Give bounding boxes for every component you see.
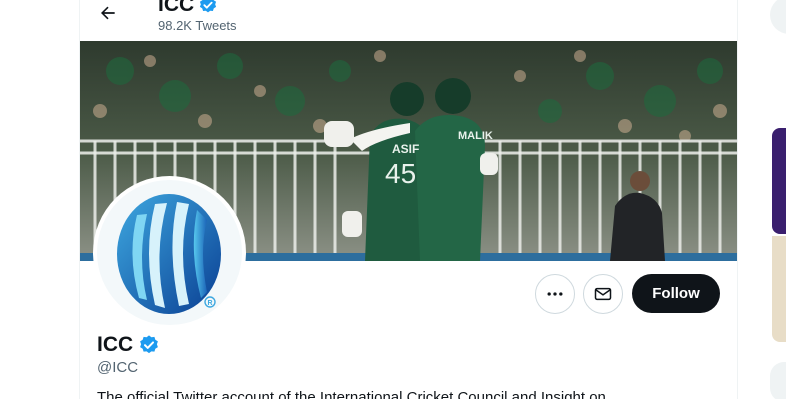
profile-name: ICC [97,332,160,358]
message-button[interactable] [583,274,623,314]
tweet-count: 98.2K Tweets [158,18,237,33]
header-name: ICC [158,0,195,16]
back-button[interactable] [91,0,125,26]
envelope-icon [594,287,612,301]
icc-logo: R [97,180,242,325]
profile-handle: @ICC [97,359,139,376]
follow-button[interactable]: Follow [632,274,720,313]
jersey-number-left: 45 [385,158,416,189]
search-bar[interactable] [770,0,786,34]
jersey-name-right: MALIK [458,130,493,142]
profile-avatar[interactable]: R [93,176,246,329]
verified-badge-icon [200,0,217,13]
more-button[interactable] [535,274,575,314]
display-name: ICC [97,333,134,356]
arrow-left-icon [101,6,115,20]
jersey-name-left: ASIF [392,142,419,156]
sidebar-card[interactable] [770,362,786,399]
svg-text:R: R [208,300,213,307]
right-sidebar [760,0,786,399]
trend-card[interactable] [772,128,786,234]
icc-logo-image: R [117,194,221,314]
verified-badge-icon [140,335,159,354]
profile-bio: The official Twitter account of the Inte… [97,389,606,399]
trend-card[interactable] [772,236,786,342]
more-dots-icon [547,292,563,296]
header-title: ICC [158,0,218,18]
